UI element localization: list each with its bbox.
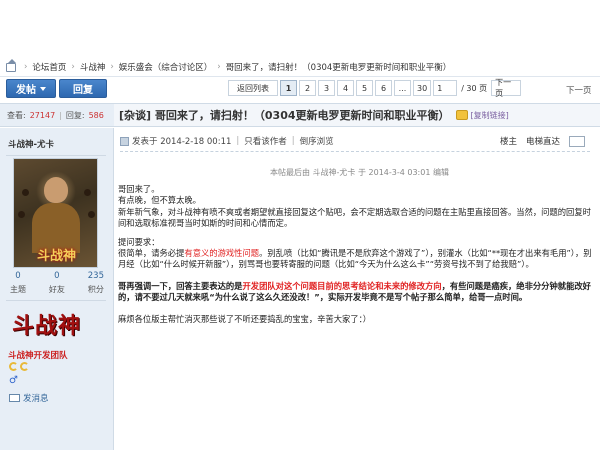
post-line: 提问要求： [118,236,160,247]
back-to-list-button[interactable]: 返回列表 [228,80,278,96]
meta-separator: | [236,136,240,146]
post-paragraph: 很简单，请务必提有意义的游戏性问题。别乱喷（比如“腾讯是不是欣弃这个游戏了”），… [118,248,596,271]
medals [9,362,29,371]
breadcrumb-separator: › [71,62,75,72]
avatar-bead [22,189,29,196]
post-text: 很简单，请务必提 [118,248,185,259]
next-page-button[interactable]: 下一页 [491,78,522,98]
posted-at: 发表于 2014-2-18 00:11 [132,137,232,147]
page-3[interactable]: 3 [318,80,335,96]
stat-label: 积分 [87,285,104,294]
breadcrumb-item-forum-home[interactable]: 论坛首页 [32,61,66,73]
pagination: 返回列表 1 2 3 4 5 6 ... 30 1 / 30 页 下一页 [228,78,522,98]
page-1[interactable]: 1 [280,80,297,96]
page-4[interactable]: 4 [337,80,354,96]
thread-title: [杂谈] 哥回来了，请扫射！（0304更新电罗更新时间和职业平衡） [119,109,450,122]
author-stats: 0 主题 0 好友 235 积分 [10,271,104,295]
divider [120,151,590,152]
stat-value: 235 [87,271,104,281]
post-paragraph: 哥再强调一下，回答主要表达的是开发团队对这个问题目前的思考结论和未来的修改方向，… [118,281,596,304]
send-message-button[interactable]: 发消息 [9,392,49,404]
online-status-icon [120,136,129,146]
breadcrumb-item-board[interactable]: 娱乐盛会（综合讨论区） [119,61,213,73]
stat-label: 主题 [10,285,26,294]
chevron-down-icon [40,86,46,91]
reply-button[interactable]: 回复 [59,79,107,98]
home-icon[interactable] [6,58,16,72]
new-post-button[interactable]: 发帖 [6,79,56,98]
copy-link-button[interactable]: [复制链接] [471,110,509,121]
post-line: 麻烦各位版主帮忙消灭那些说了不听还要捣乱的宝宝，辛苦大家了：） [118,313,372,324]
view-count: 27147 [29,110,56,120]
reply-count: 586 [88,110,104,120]
page-total: / 30 页 [461,83,488,93]
page-jump-input[interactable]: 1 [433,80,458,96]
avatar-head [44,177,68,203]
thread-counts: 查看: 27147 | 回复: 586 [0,103,114,127]
view-count-label: 查看: [7,110,26,120]
stat-points[interactable]: 235 积分 [88,271,104,295]
edit-note: 本帖最后由 斗战神-尤卡 于 2014-3-4 03:01 编辑 [270,168,449,177]
breadcrumb-item-thread[interactable]: 哥回来了，请扫射！（0304更新电罗更新时间和职业平衡） [226,61,452,73]
male-icon: ♂ [9,375,18,386]
post-tools: 楼主 电梯直达 [500,135,586,147]
reply-label: 回复 [73,85,93,96]
avatar-bead [18,211,25,218]
breadcrumb-separator: › [24,62,28,72]
jump-label: 电梯直达 [526,137,561,147]
stat-value: 0 [54,271,60,281]
breadcrumb: › 论坛首页 › 斗战神 › 娱乐盛会（综合讨论区） › 哥回来了，请扫射！（0… [6,58,452,74]
avatar-caption: 斗战神 [36,249,76,264]
counts-separator: | [59,110,62,120]
post-line: 哥回来了。 [118,184,160,194]
game-logo: 斗战神 [12,313,82,339]
divider [6,300,106,301]
stat-topics[interactable]: 0 主题 [10,271,26,295]
post-highlight: 开发团队对这个问题目前的思考结论和未来的修改方向 [242,280,442,291]
envelope-icon [9,394,20,402]
topic-nav: 下一页 [566,84,592,96]
author-group: 斗战神开发团队 [8,351,68,361]
new-post-label: 发帖 [16,85,36,96]
attachment-icon [455,110,468,120]
stat-label: 好友 [48,285,65,294]
medal-icon [9,362,18,371]
post-content: 哥回来了。 有点晚，但不算太晚。 新年新气象，对斗战神有喷不爽或者期望就直接回复… [118,184,596,325]
floor-label: 楼主 [500,137,518,147]
avatar-bead [88,211,95,218]
avatar-body [32,203,80,253]
post-text: 哥再强调一下，回答主要表达的是 [118,280,243,291]
meta-separator: | [291,136,295,146]
reply-count-label: 回复: [65,110,85,120]
send-message-label: 发消息 [23,394,49,404]
page-30[interactable]: 30 [413,80,432,96]
page-5[interactable]: 5 [356,80,373,96]
avatar-bead [84,189,91,196]
stat-friends[interactable]: 0 好友 [49,271,65,295]
thread-title-bar: [杂谈] 哥回来了，请扫射！（0304更新电罗更新时间和职业平衡） [复制链接] [114,103,600,127]
breadcrumb-item-game[interactable]: 斗战神 [80,61,106,73]
reverse-order-link[interactable]: 倒序浏览 [300,135,334,147]
avatar[interactable]: 斗战神 [13,158,98,268]
only-author-link[interactable]: 只看该作者 [244,135,287,147]
author-sidebar: 斗战神-尤卡 斗战神 0 主题 0 好友 235 积分 斗战神 斗战神开发团队 … [0,128,114,450]
author-name[interactable]: 斗战神-尤卡 [8,138,54,150]
post-highlight: 有意义的游戏性问题 [184,248,260,259]
divider [6,155,106,156]
page-ellipsis: ... [394,80,411,96]
medal-icon [20,362,29,371]
stat-value: 0 [15,271,21,281]
post-paragraph: 新年新气象，对斗战神有喷不爽或者期望就直接回复这个贴吧，会不定期选取合适的问题在… [118,206,591,229]
next-topic-link[interactable]: 下一页 [566,84,592,96]
post-meta: 发表于 2014-2-18 00:11 | 只看该作者 | 倒序浏览 [120,135,334,147]
page-2[interactable]: 2 [299,80,316,96]
page-6[interactable]: 6 [375,80,392,96]
breadcrumb-separator: › [217,62,221,72]
breadcrumb-separator: › [110,62,114,72]
floor-jump-input[interactable] [569,135,586,147]
post-line: 有点晚，但不算太晚。 [118,195,201,206]
